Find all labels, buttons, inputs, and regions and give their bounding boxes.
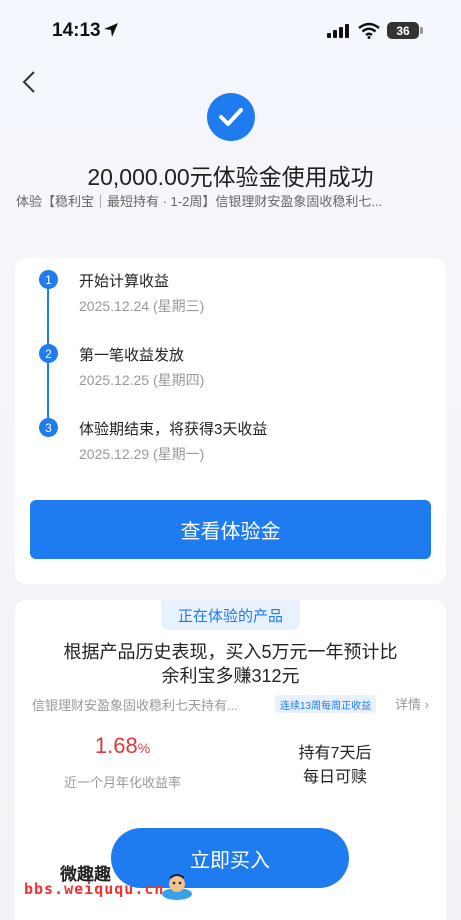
step-date: 2025.12.25 (星期四): [79, 372, 205, 388]
mascot-icon: [162, 874, 192, 900]
details-link[interactable]: 详情 ›: [395, 694, 429, 713]
success-subtitle: 体验【稳利宝｜最短持有 · 1-2周】信银理财安盈象固收稳利七...: [16, 194, 383, 209]
step-label: 体验期结束，将获得3天收益: [79, 421, 268, 438]
battery-indicator: 36: [387, 22, 419, 39]
wifi-icon: [358, 22, 380, 39]
watermark-url: bbs.weiququ.cn: [24, 880, 165, 898]
step-date: 2025.12.24 (星期三): [79, 298, 205, 314]
success-check-icon: [207, 93, 255, 141]
holding-info: 持有7天后 每日可赎: [230, 742, 440, 790]
yield-number: 1.68: [94, 733, 138, 758]
step-date: 2025.12.29 (星期一): [79, 446, 205, 462]
signal-icon: [327, 24, 349, 38]
product-headline: 根据产品历史表现，买入5万元一年预计比 余利宝多赚312元: [15, 640, 446, 688]
product-name: 信银理财安盈象固收稳利七天持有...: [32, 698, 238, 713]
product-tag: 正在体验的产品: [161, 600, 300, 630]
yield-label: 近一个月年化收益率: [63, 775, 181, 790]
chevron-right-icon: ›: [424, 697, 429, 712]
hold-line-2: 每日可赎: [302, 769, 367, 786]
step-number: 2: [39, 344, 58, 363]
yield-unit: %: [137, 740, 151, 756]
back-arrow-icon[interactable]: [18, 68, 42, 96]
location-arrow-icon: [104, 23, 118, 37]
watermark: 微趣趣 bbs.weiququ.cn: [0, 850, 210, 910]
hold-line-1: 持有7天后: [298, 745, 372, 762]
step-number: 3: [39, 418, 58, 437]
timeline-card: 1 开始计算收益 2025.12.24 (星期三) 2 第一笔收益发放 2025…: [15, 258, 446, 584]
step-label: 开始计算收益: [79, 273, 170, 290]
headline-line-2: 余利宝多赚312元: [161, 666, 300, 686]
view-trial-funds-button[interactable]: 查看体验金: [30, 500, 431, 559]
success-title: 20,000.00元体验金使用成功: [87, 164, 374, 190]
status-bar: 14:13 36: [0, 0, 461, 60]
status-time: 14:13: [52, 20, 101, 41]
step-number: 1: [39, 270, 58, 289]
yield-value: 1.68%: [15, 733, 230, 759]
headline-line-1: 根据产品历史表现，买入5万元一年预计比: [63, 642, 398, 662]
details-label: 详情: [395, 697, 422, 712]
battery-tip: [420, 27, 423, 34]
streak-badge: 连续13周每周正收益: [275, 695, 377, 713]
step-label: 第一笔收益发放: [79, 347, 185, 364]
